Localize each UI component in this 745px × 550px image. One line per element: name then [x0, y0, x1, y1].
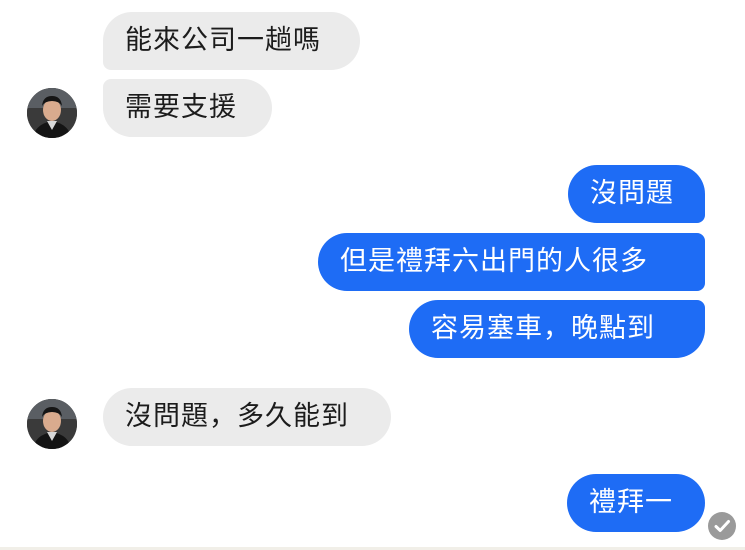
- check-circle-icon: [714, 520, 730, 532]
- outgoing-message[interactable]: 容易塞車，晚點到: [409, 300, 705, 358]
- outgoing-message[interactable]: 沒問題: [568, 165, 705, 223]
- outgoing-message[interactable]: 禮拜一: [567, 474, 705, 532]
- outgoing-message[interactable]: 但是禮拜六出門的人很多: [318, 233, 705, 291]
- contact-avatar[interactable]: [27, 399, 77, 449]
- seen-status: [708, 512, 736, 540]
- person-icon: [27, 399, 77, 449]
- contact-avatar[interactable]: [27, 88, 77, 138]
- incoming-message[interactable]: 需要支援: [103, 79, 272, 137]
- person-icon: [27, 88, 77, 138]
- incoming-message[interactable]: 沒問題，多久能到: [103, 388, 391, 446]
- message-thread: 能來公司一趟嗎 需要支援 沒問題 但是禮拜六出門的人很多 容易塞車，晚點到 沒問…: [0, 0, 745, 550]
- incoming-message[interactable]: 能來公司一趟嗎: [103, 12, 360, 70]
